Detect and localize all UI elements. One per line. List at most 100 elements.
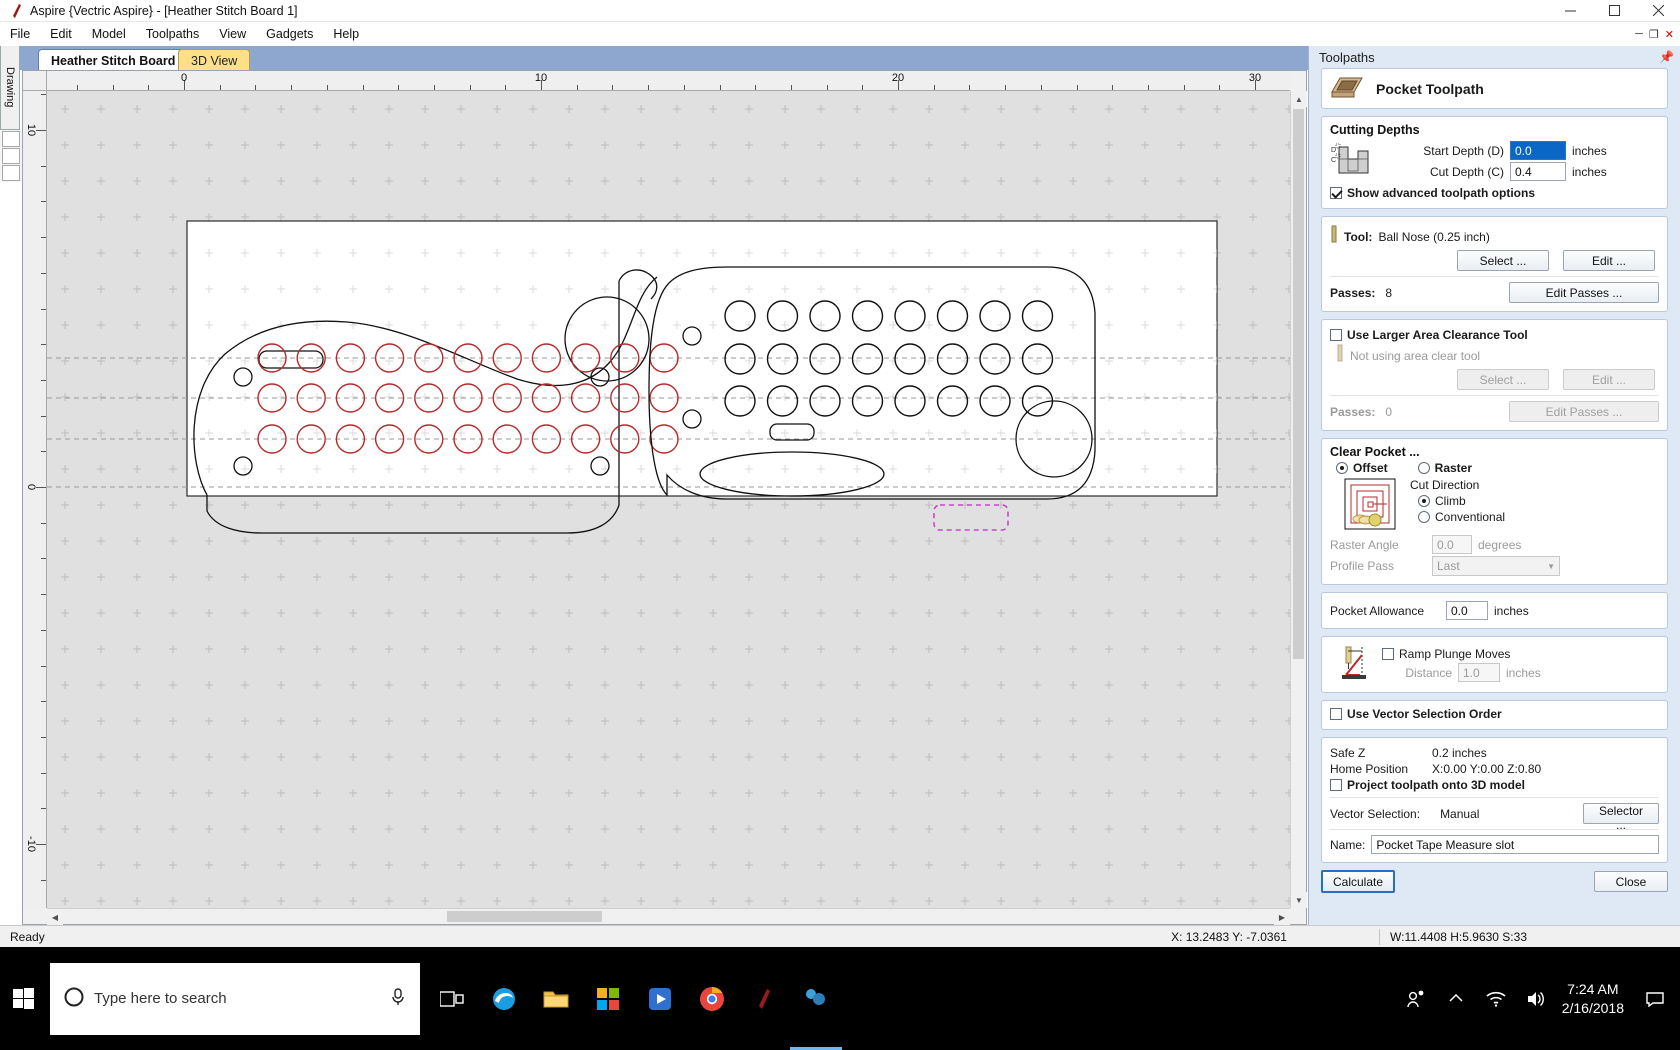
ruler-tick <box>41 522 46 524</box>
ruler-tick <box>41 94 46 96</box>
taskbar-app-icons <box>426 947 842 1050</box>
home-position-value: X:0.00 Y:0.00 Z:0.80 <box>1432 762 1542 776</box>
scroll-down-arrow[interactable]: ▼ <box>1291 892 1307 908</box>
design-viewport[interactable] <box>47 91 1290 908</box>
use-vector-selection-order-checkbox[interactable]: Use Vector Selection Order <box>1330 707 1502 721</box>
cut-direction-conventional-radio[interactable]: Conventional <box>1418 510 1505 524</box>
menu-item-view[interactable]: View <box>209 24 256 44</box>
menu-item-help[interactable]: Help <box>323 24 369 44</box>
show-advanced-options-checkbox[interactable]: Show advanced toolpath options <box>1330 186 1535 200</box>
tool-group: Tool: Ball Nose (0.25 inch) Select ... E… <box>1321 216 1668 312</box>
cut-depth-input[interactable] <box>1510 162 1566 181</box>
volume-icon[interactable] <box>1516 947 1556 1050</box>
toolpath-name-input[interactable] <box>1371 835 1659 854</box>
menu-item-gadgets[interactable]: Gadgets <box>256 24 323 44</box>
maximize-button[interactable] <box>1592 0 1636 22</box>
safe-z-label: Safe Z <box>1330 746 1366 760</box>
pocket-toolpath-icon <box>1330 74 1364 103</box>
status-ready-text: Ready <box>10 929 45 944</box>
ruler-tick <box>41 736 46 738</box>
minimize-button[interactable] <box>1548 0 1592 22</box>
area-clearance-passes-value: 0 <box>1385 404 1393 419</box>
start-depth-input[interactable] <box>1510 141 1566 160</box>
task-view-icon[interactable] <box>426 947 478 1050</box>
vcarve-icon[interactable] <box>738 947 790 1050</box>
aspire-icon[interactable] <box>790 947 842 1050</box>
checkbox-box <box>1330 329 1342 341</box>
area-clearance-group: Use Larger Area Clearance Tool Not using… <box>1321 319 1668 431</box>
pocket-allowance-input[interactable] <box>1446 601 1488 620</box>
ruler-label: 0 <box>25 483 37 491</box>
close-button[interactable] <box>1636 0 1680 22</box>
radio-dot <box>1417 462 1430 474</box>
mdi-close-button[interactable]: ✕ <box>1665 28 1674 41</box>
tool-cell-2[interactable] <box>2 148 20 164</box>
ruler-tick <box>398 85 400 90</box>
clear-pocket-raster-radio[interactable]: Raster <box>1417 461 1473 475</box>
horizontal-scrollbar[interactable]: ◀ ▶ <box>47 908 1290 925</box>
tab-3d-view[interactable]: 3D View <box>178 49 251 70</box>
show-desktop-button[interactable] <box>1670 947 1680 1050</box>
area-clearance-edit-passes-button: Edit Passes ... <box>1509 401 1659 422</box>
vector-selector-button[interactable]: Selector ... <box>1583 803 1659 832</box>
people-icon[interactable] <box>1396 947 1436 1050</box>
tool-select-button[interactable]: Select ... <box>1457 250 1549 271</box>
sidebar-tab-drawing[interactable]: Drawing <box>0 46 20 130</box>
menu-item-toolpaths[interactable]: Toolpaths <box>136 24 210 44</box>
menu-item-model[interactable]: Model <box>82 24 136 44</box>
clear-pocket-title: Clear Pocket ... <box>1330 445 1420 459</box>
mdi-minimize-button[interactable]: ─ <box>1635 28 1643 40</box>
action-center-icon[interactable] <box>1640 947 1670 1050</box>
taskbar-search-box[interactable]: Type here to search <box>50 962 420 1035</box>
close-toolpath-button[interactable]: Close <box>1594 871 1668 892</box>
store-icon[interactable] <box>582 947 634 1050</box>
clear-pocket-offset-radio[interactable]: Offset <box>1336 461 1388 475</box>
horizontal-scroll-thumb[interactable] <box>447 911 602 922</box>
tool-passes-value: 8 <box>1385 285 1393 300</box>
vertical-scrollbar[interactable]: ▲ ▼ <box>1290 91 1307 908</box>
show-hidden-icons-chevron-icon[interactable] <box>1436 947 1476 1050</box>
ruler-tick <box>41 344 46 346</box>
ramp-plunge-moves-checkbox[interactable]: Ramp Plunge Moves <box>1382 647 1510 661</box>
ruler-corner <box>23 71 47 91</box>
edge-browser-icon[interactable] <box>478 947 530 1050</box>
project-toolpath-onto-3d-model-checkbox[interactable]: Project toolpath onto 3D model <box>1330 778 1525 792</box>
tool-cell-3[interactable] <box>2 165 20 181</box>
pocket-allowance-unit: inches <box>1494 603 1529 618</box>
taskbar-clock[interactable]: 7:24 AM 2/16/2018 <box>1556 980 1640 1018</box>
microphone-icon[interactable] <box>390 987 406 1010</box>
cut-direction-climb-label: Climb <box>1435 494 1466 508</box>
ruler-tick <box>1112 85 1114 90</box>
profile-pass-value: Last <box>1437 559 1460 573</box>
file-explorer-icon[interactable] <box>530 947 582 1050</box>
ramp-plunge-group: Ramp Plunge Moves Distance inches <box>1321 636 1668 693</box>
windows-start-icon[interactable] <box>0 947 48 1050</box>
scroll-left-arrow[interactable]: ◀ <box>47 909 63 925</box>
status-bar: Ready X: 13.2483 Y: -7.0361 W:11.4408 H:… <box>0 925 1680 947</box>
ruler-tick <box>41 165 46 167</box>
vertical-scroll-thumb[interactable] <box>1293 109 1304 659</box>
scroll-up-arrow[interactable]: ▲ <box>1291 91 1307 107</box>
cutting-depths-group: Cutting Depths D C Start Depth (D) 0.0 i… <box>1321 116 1668 209</box>
radio-dot <box>1418 495 1430 507</box>
left-tool-strip <box>0 130 22 182</box>
use-larger-area-clearance-tool-checkbox[interactable]: Use Larger Area Clearance Tool <box>1330 328 1528 342</box>
window-title: Aspire {Vectric Aspire} - [Heather Stitc… <box>30 3 298 18</box>
mdi-restore-button[interactable]: ❐ <box>1649 28 1659 41</box>
ruler-tick <box>41 201 46 203</box>
cut-direction-climb-radio[interactable]: Climb <box>1418 494 1466 508</box>
pin-icon[interactable]: 📌 <box>1659 50 1674 64</box>
chrome-browser-icon[interactable] <box>686 947 738 1050</box>
calculate-button[interactable]: Calculate <box>1321 870 1395 893</box>
scroll-right-arrow[interactable]: ▶ <box>1274 909 1290 925</box>
menu-item-file[interactable]: File <box>0 24 40 44</box>
tab-heather-stitch-board-1[interactable]: Heather Stitch Board 1 <box>38 49 199 70</box>
offset-pocket-preview-icon <box>1344 478 1396 533</box>
clear-pocket-raster-label: Raster <box>1434 461 1473 475</box>
menu-item-edit[interactable]: Edit <box>40 24 82 44</box>
wifi-icon[interactable] <box>1476 947 1516 1050</box>
tool-edit-button[interactable]: Edit ... <box>1563 250 1655 271</box>
media-player-icon[interactable] <box>634 947 686 1050</box>
tool-edit-passes-button[interactable]: Edit Passes ... <box>1509 282 1659 303</box>
tool-cell-1[interactable] <box>2 131 20 147</box>
